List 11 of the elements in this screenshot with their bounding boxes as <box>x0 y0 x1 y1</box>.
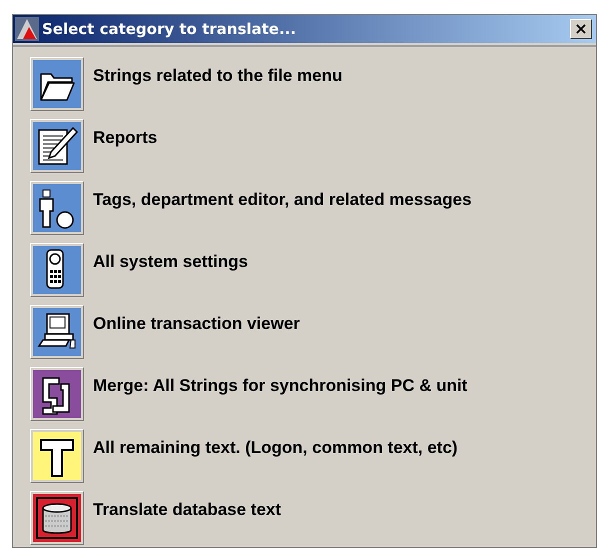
category-label: Tags, department editor, and related messages <box>93 190 472 210</box>
category-label: Strings related to the file menu <box>93 66 342 86</box>
category-label: Translate database text <box>93 500 282 520</box>
category-label: Online transaction viewer <box>93 314 300 334</box>
category-label: All system settings <box>93 252 248 272</box>
app-logo-icon <box>15 17 39 41</box>
category-label: All remaining text. (Logon, common text, etc) <box>93 438 458 458</box>
category-label: Reports <box>93 128 158 148</box>
close-button[interactable]: × <box>570 19 592 39</box>
window-title: Select category to translate... <box>42 20 298 38</box>
category-label: Merge: All Strings for synchronising PC & unit <box>93 376 468 396</box>
